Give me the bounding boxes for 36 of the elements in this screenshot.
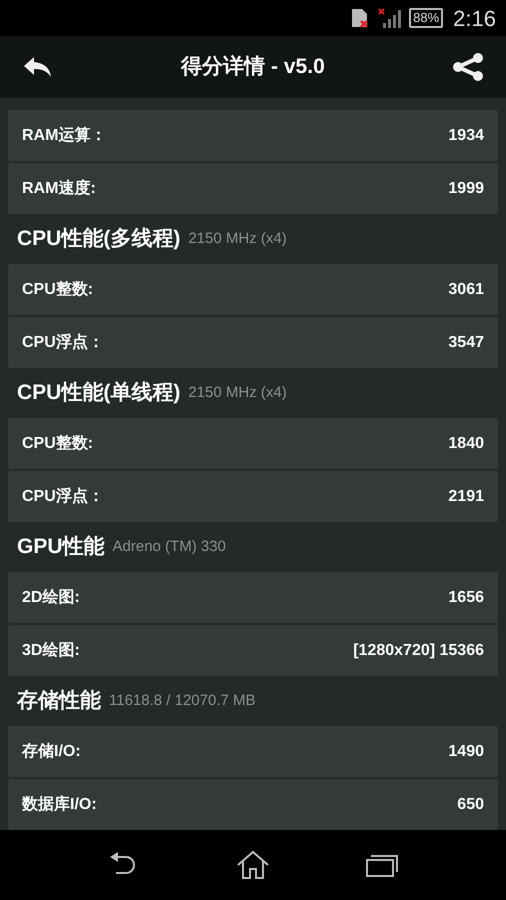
section-title: GPU性能 bbox=[17, 534, 105, 560]
back-arrow-icon bbox=[22, 55, 54, 79]
section-subtitle: 2150 MHz (x4) bbox=[188, 382, 287, 403]
score-label: RAM运算： bbox=[22, 126, 106, 146]
score-value: 1934 bbox=[448, 126, 484, 146]
recent-apps-icon bbox=[364, 852, 399, 878]
section-title: CPU性能(多线程) bbox=[17, 226, 180, 252]
score-value: [1280x720] 15366 bbox=[353, 640, 484, 660]
section-subtitle: 11618.8 / 12070.7 MB bbox=[109, 690, 256, 711]
score-value: 1656 bbox=[448, 588, 484, 608]
score-label: 3D绘图: bbox=[22, 640, 80, 660]
score-label: 存储I/O: bbox=[22, 742, 81, 762]
score-value: 1840 bbox=[448, 434, 484, 454]
score-value: 1490 bbox=[448, 742, 484, 762]
score-label: RAM速度: bbox=[22, 178, 96, 198]
score-value: 2191 bbox=[448, 486, 484, 506]
score-label: 数据库I/O: bbox=[22, 794, 97, 814]
score-value: 650 bbox=[457, 794, 484, 814]
share-icon bbox=[450, 52, 485, 82]
score-label: CPU整数: bbox=[22, 280, 94, 300]
score-label: CPU浮点： bbox=[22, 486, 104, 506]
page-title: 得分详情 - v5.0 bbox=[181, 54, 325, 80]
section-subtitle: 2150 MHz (x4) bbox=[188, 228, 287, 249]
clock: 2:16 bbox=[453, 4, 496, 32]
score-value: 3547 bbox=[448, 332, 484, 352]
score-label: CPU浮点： bbox=[22, 332, 104, 352]
section-title: 存储性能 bbox=[17, 688, 101, 714]
score-value: 1999 bbox=[448, 178, 484, 198]
score-value: 3061 bbox=[448, 280, 484, 300]
score-label: 2D绘图: bbox=[22, 588, 80, 608]
section-title: CPU性能(单线程) bbox=[17, 380, 180, 406]
section-subtitle: Adreno (TM) 330 bbox=[112, 536, 226, 557]
battery-indicator: 88% bbox=[409, 8, 444, 28]
signal-icon bbox=[377, 7, 404, 29]
score-label: CPU整数: bbox=[22, 434, 94, 454]
home-icon bbox=[236, 850, 270, 880]
